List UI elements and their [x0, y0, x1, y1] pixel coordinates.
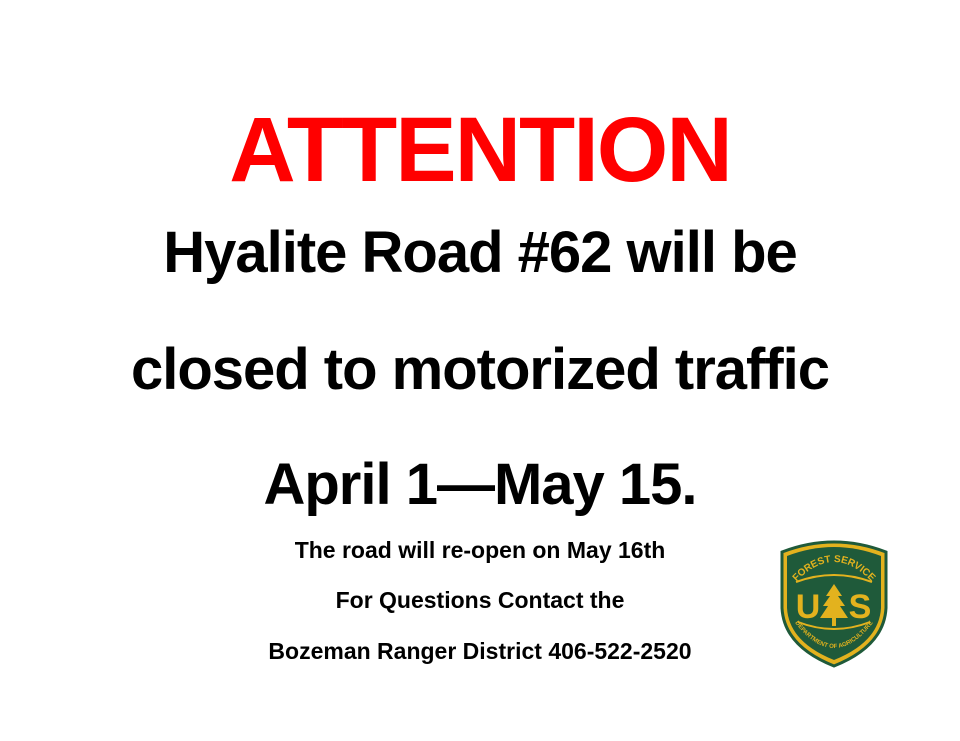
attention-heading: ATTENTION [229, 99, 733, 201]
logo-letter-u: U [796, 588, 821, 626]
shield-icon: FOREST SERVICE DEPARTMENT OF AGRICULTURE… [780, 540, 888, 668]
forest-service-shield-logo: FOREST SERVICE DEPARTMENT OF AGRICULTURE… [776, 538, 892, 668]
closure-sign: ATTENTION Hyalite Road #62 will be close… [0, 0, 960, 741]
closure-line-2: closed to motorized traffic [130, 337, 830, 402]
logo-letter-s: S [849, 588, 872, 626]
closure-line-1: Hyalite Road #62 will be [163, 220, 798, 285]
closure-dates: April 1—May 15. [263, 452, 697, 517]
